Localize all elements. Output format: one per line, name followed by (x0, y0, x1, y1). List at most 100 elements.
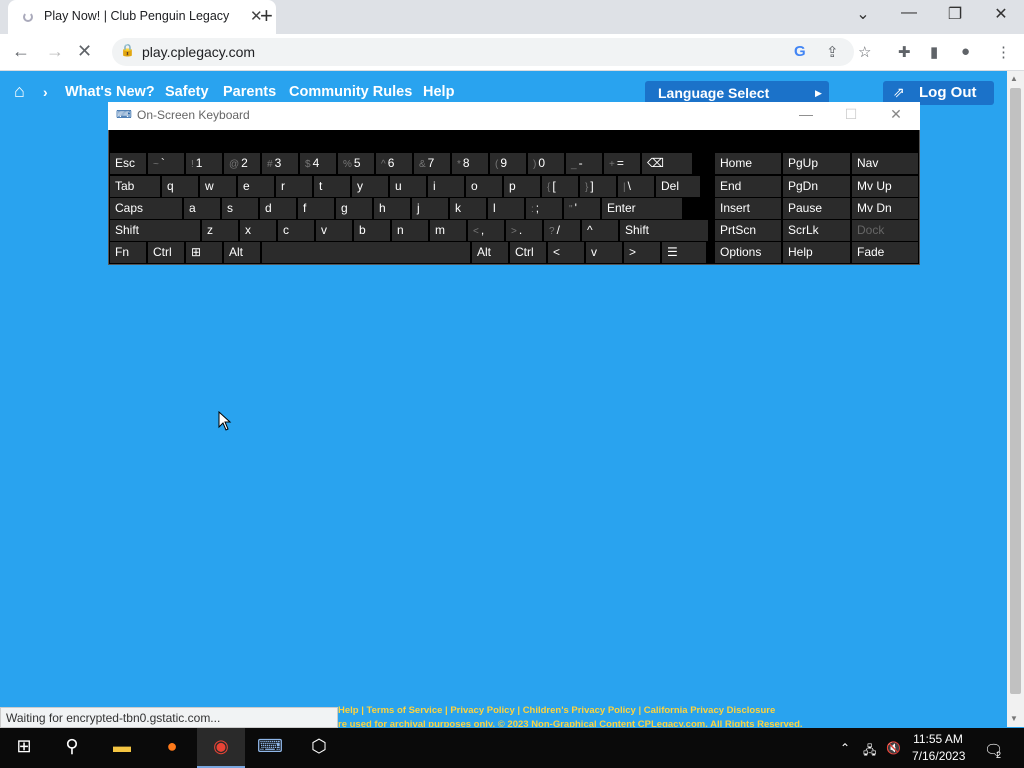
nav-parents[interactable]: Parents (223, 84, 276, 100)
osk-key[interactable]: >. (506, 220, 542, 241)
nav-help[interactable]: Help (423, 84, 454, 100)
osk-key[interactable]: Esc (110, 153, 146, 174)
profile-icon[interactable]: ● (961, 43, 970, 60)
osk-side-key[interactable]: Mv Up (852, 176, 918, 197)
osk-key[interactable]: w (200, 176, 236, 197)
tab-search-icon[interactable]: ⌄ (843, 4, 883, 24)
osk-key[interactable] (262, 242, 470, 263)
osk-key[interactable]: b (354, 220, 390, 241)
osk-key[interactable]: ? / (544, 220, 580, 241)
osk-key[interactable]: {[ (542, 176, 578, 197)
osk-key[interactable]: Alt (224, 242, 260, 263)
osk-key[interactable]: j (412, 198, 448, 219)
share-icon[interactable]: ⇪ (826, 43, 839, 61)
osk-key[interactable]: m (430, 220, 466, 241)
osk-close-button[interactable]: ✕ (881, 106, 911, 123)
osk-key[interactable]: Ctrl (148, 242, 184, 263)
osk-key[interactable]: < (548, 242, 584, 263)
osk-key[interactable]: }] (580, 176, 616, 197)
osk-key[interactable]: x (240, 220, 276, 241)
osk-key[interactable]: :; (526, 198, 562, 219)
url-text[interactable]: play.cplegacy.com (142, 44, 255, 60)
osk-key[interactable]: (9 (490, 153, 526, 174)
scroll-down-icon[interactable]: ▼ (1010, 714, 1018, 723)
osk-key[interactable]: v (586, 242, 622, 263)
bookmark-star-icon[interactable]: ☆ (858, 43, 871, 61)
osk-key[interactable]: ! 1 (186, 153, 222, 174)
osk-key[interactable]: d (260, 198, 296, 219)
clock[interactable]: 11:55 AM 7/16/2023 (912, 731, 965, 765)
osk-key[interactable]: % 5 (338, 153, 374, 174)
osk-side-key[interactable]: Mv Dn (852, 198, 918, 219)
windows-start-icon[interactable]: ⊞ (12, 736, 36, 760)
osk-key[interactable]: Tab (110, 176, 160, 197)
osk-key[interactable]: k (450, 198, 486, 219)
volume-muted-icon[interactable]: 🔇 (886, 741, 901, 755)
side-panel-icon[interactable]: ▮ (930, 43, 938, 61)
osk-side-key[interactable]: Pause (783, 198, 850, 219)
osk-side-key[interactable]: PgUp (783, 153, 850, 174)
restore-button[interactable]: ❐ (935, 4, 975, 24)
osk-side-key[interactable]: Fade (852, 242, 918, 263)
extensions-icon[interactable]: ✚ (898, 43, 911, 61)
osk-side-key[interactable]: Help (783, 242, 850, 263)
osk-key[interactable]: " ' (564, 198, 600, 219)
osk-maximize-button[interactable]: ☐ (836, 106, 866, 123)
osk-side-key[interactable]: End (715, 176, 781, 197)
osk-key[interactable]: ^ (582, 220, 618, 241)
osk-key[interactable]: g (336, 198, 372, 219)
osk-key[interactable]: Ctrl (510, 242, 546, 263)
back-icon[interactable]: ← (12, 41, 30, 62)
osk-key[interactable]: ☰ (662, 242, 706, 263)
osk-key[interactable]: ^ 6 (376, 153, 412, 174)
minimize-button[interactable]: — (889, 4, 929, 22)
osk-key[interactable]: h (374, 198, 410, 219)
close-window-button[interactable]: ✕ (981, 4, 1021, 24)
nav-safety[interactable]: Safety (165, 84, 209, 100)
osk-side-key[interactable]: PrtScn (715, 220, 781, 241)
osk-key[interactable]: Del (656, 176, 700, 197)
osk-side-key[interactable]: Nav (852, 153, 918, 174)
nav-whats-new[interactable]: What's New? (65, 84, 155, 100)
osk-key[interactable]: z (202, 220, 238, 241)
chrome-icon[interactable]: ◉ (209, 736, 233, 760)
osk-key[interactable]: n (392, 220, 428, 241)
osk-key[interactable]: * 8 (452, 153, 488, 174)
footer-links[interactable]: Help | Terms of Service | Privacy Policy… (338, 705, 775, 716)
osk-key[interactable]: #3 (262, 153, 298, 174)
osk-key[interactable]: ⌫ (642, 153, 692, 174)
file-explorer-icon[interactable]: ▬ (110, 736, 134, 760)
forward-icon[interactable]: → (46, 41, 64, 62)
tray-chevron-up-icon[interactable]: ⌃ (840, 741, 850, 755)
new-tab-button[interactable]: + (260, 3, 273, 29)
osk-key[interactable]: c (278, 220, 314, 241)
osk-key[interactable]: + = (604, 153, 640, 174)
osk-key[interactable]: t (314, 176, 350, 197)
menu-icon[interactable]: ⋮ (996, 43, 1011, 61)
osk-key[interactable]: v (316, 220, 352, 241)
osk-minimize-button[interactable]: — (791, 106, 821, 122)
search-icon[interactable]: ⚲ (60, 736, 84, 760)
osk-key[interactable]: Shift (110, 220, 200, 241)
osk-key[interactable]: s (222, 198, 258, 219)
osk-key[interactable]: p (504, 176, 540, 197)
osk-key[interactable]: _ - (566, 153, 602, 174)
3d-box-icon[interactable]: ⬡ (307, 736, 331, 760)
osk-key[interactable]: Enter (602, 198, 682, 219)
osk-key[interactable]: & 7 (414, 153, 450, 174)
osk-taskbar-icon[interactable]: ⌨ (257, 736, 283, 760)
home-icon[interactable]: ⌂ (14, 81, 25, 102)
osk-key[interactable]: y (352, 176, 388, 197)
osk-key[interactable]: u (390, 176, 426, 197)
osk-key[interactable]: > (624, 242, 660, 263)
osk-side-key[interactable]: ScrLk (783, 220, 850, 241)
osk-key[interactable]: q (162, 176, 198, 197)
osk-key[interactable]: a (184, 198, 220, 219)
scroll-up-icon[interactable]: ▲ (1010, 74, 1018, 83)
osk-key[interactable]: <, (468, 220, 504, 241)
osk-key[interactable]: ~ ` (148, 153, 184, 174)
osk-key[interactable]: l (488, 198, 524, 219)
osk-key[interactable]: Alt (472, 242, 508, 263)
osk-key[interactable]: ) 0 (528, 153, 564, 174)
nav-community-rules[interactable]: Community Rules (289, 84, 412, 100)
